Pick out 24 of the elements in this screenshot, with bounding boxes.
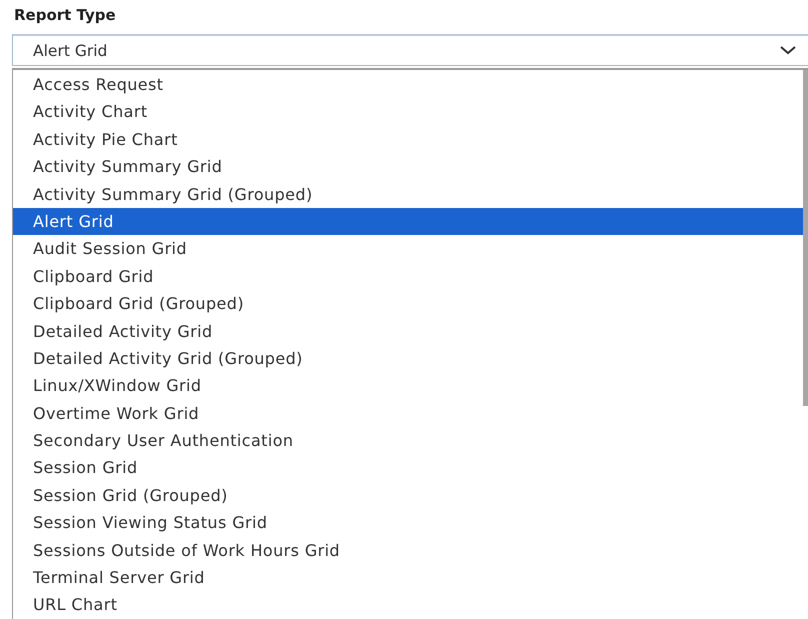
dropdown-option[interactable]: Access Request — [13, 71, 803, 98]
report-type-dropdown[interactable]: Alert Grid — [12, 34, 808, 66]
dropdown-option[interactable]: Clipboard Grid (Grouped) — [13, 290, 803, 318]
dropdown-option[interactable]: URL Chart — [13, 591, 803, 619]
dropdown-option[interactable]: Terminal Server Grid — [13, 564, 803, 592]
dropdown-option[interactable]: Alert Grid — [13, 208, 803, 236]
field-label: Report Type — [13, 5, 117, 26]
dropdown-option[interactable]: Audit Session Grid — [13, 235, 803, 263]
dropdown-option[interactable]: Sessions Outside of Work Hours Grid — [13, 536, 803, 564]
dropdown-option[interactable]: Session Viewing Status Grid — [13, 509, 803, 537]
scrollbar-thumb[interactable] — [803, 70, 808, 406]
dropdown-option[interactable]: Clipboard Grid — [13, 262, 803, 290]
dropdown-option[interactable]: Session Grid (Grouped) — [13, 482, 803, 510]
dropdown-option[interactable]: Detailed Activity Grid — [13, 318, 803, 345]
dropdown-option[interactable]: Activity Summary Grid (Grouped) — [13, 180, 803, 208]
caret-icon — [780, 46, 796, 55]
dropdown-option[interactable]: Activity Chart — [13, 98, 803, 126]
dropdown-option[interactable]: Overtime Work Grid — [13, 400, 803, 428]
dropdown-option[interactable]: Session Grid — [13, 454, 803, 482]
dropdown-option[interactable]: Secondary User Authentication — [13, 427, 803, 454]
dropdown-option[interactable]: Linux/XWindow Grid — [13, 372, 803, 400]
dropdown-option[interactable]: Activity Summary Grid — [13, 153, 803, 181]
dropdown-option[interactable]: Activity Pie Chart — [13, 126, 803, 154]
dropdown-option[interactable]: Detailed Activity Grid (Grouped) — [13, 344, 803, 372]
